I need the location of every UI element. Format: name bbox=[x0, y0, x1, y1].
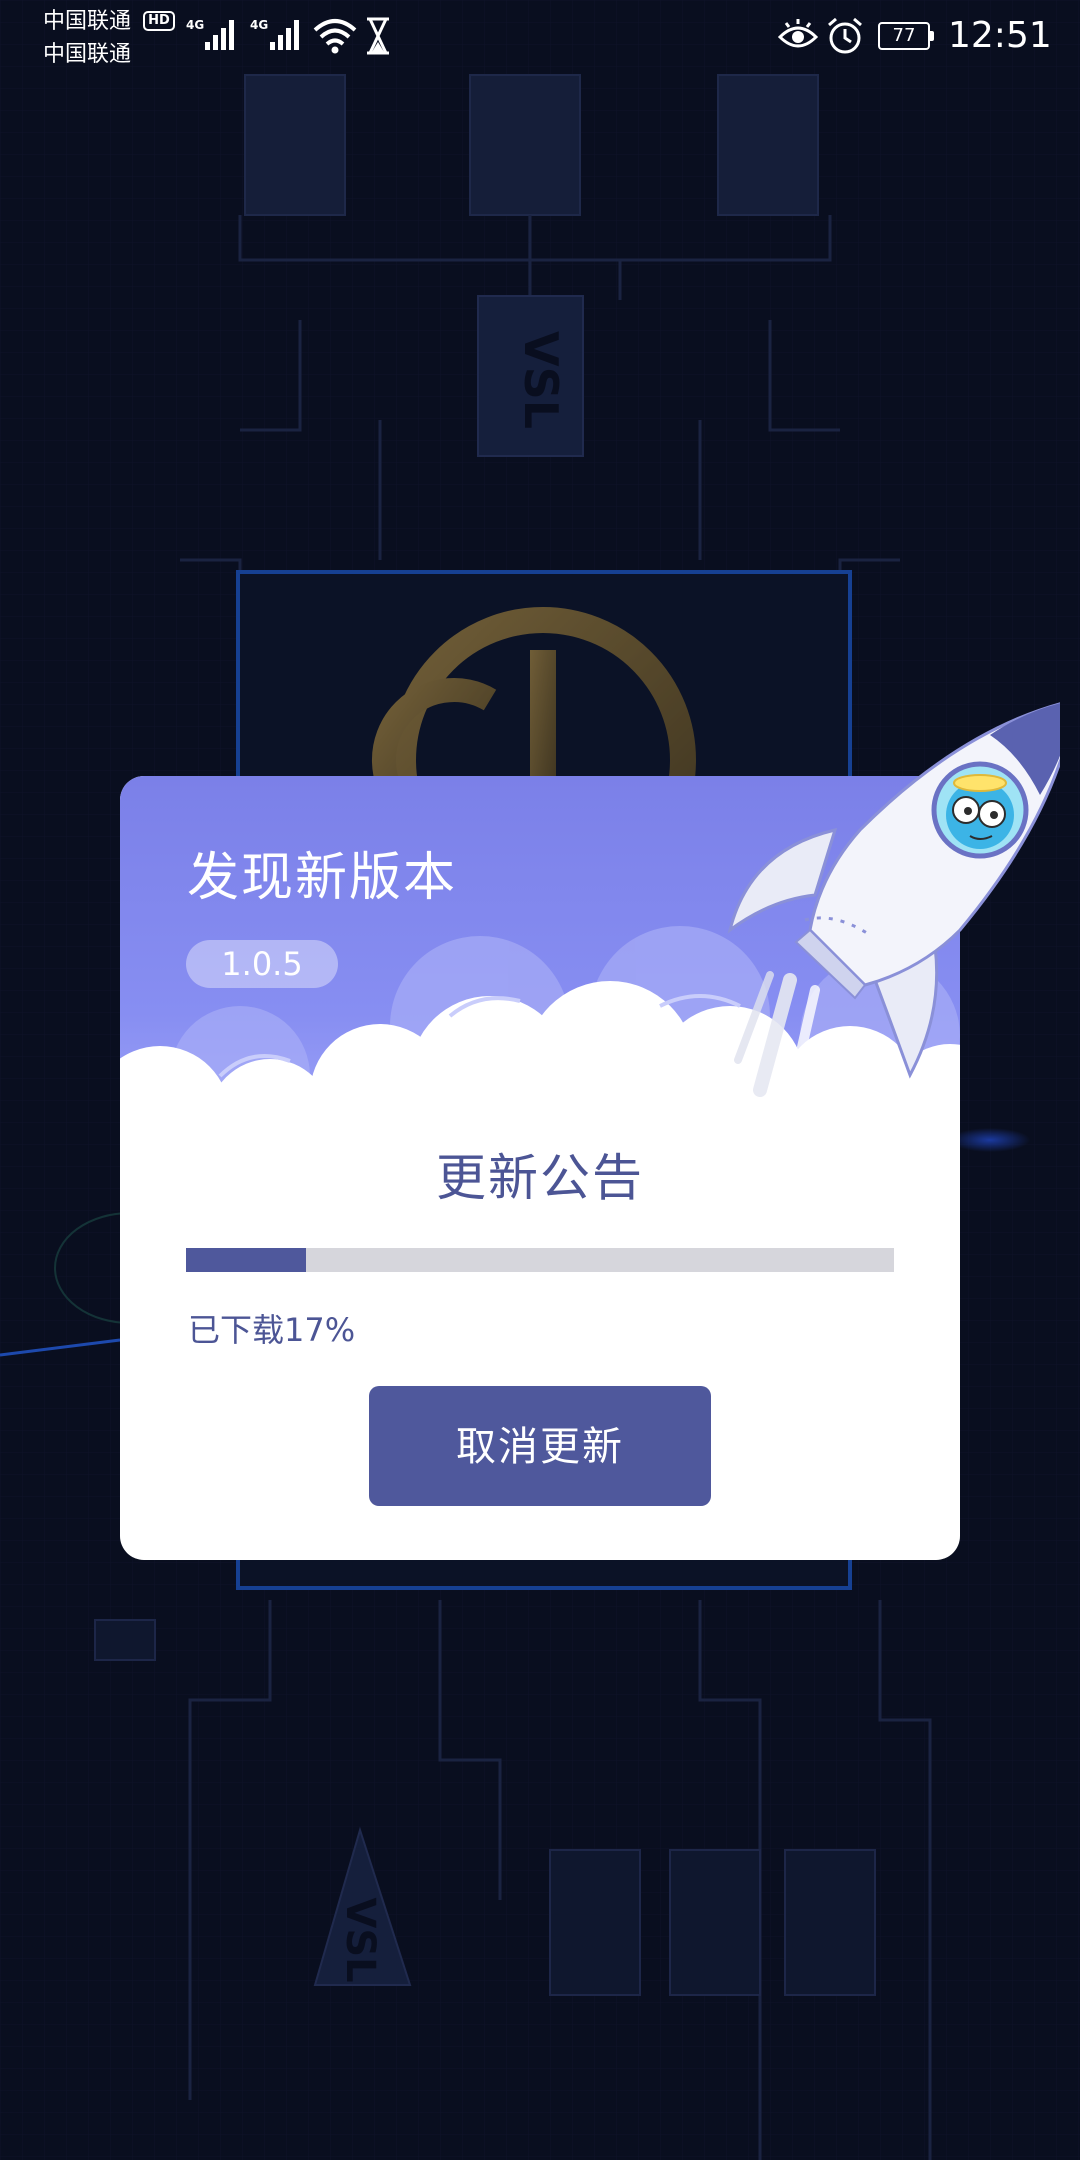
network-type-2: 4G bbox=[250, 18, 269, 32]
update-notice-title: 更新公告 bbox=[436, 1149, 644, 1207]
download-progress-fill bbox=[186, 1248, 307, 1272]
carrier-name-2: 中国联通 bbox=[43, 42, 132, 67]
update-dialog: 发现新版本 1.0.5 更新公告 已下载17% 取消更新 bbox=[120, 702, 1060, 1560]
dialog-title: 发现新版本 bbox=[187, 848, 458, 908]
eye-icon bbox=[778, 19, 818, 48]
hourglass-icon bbox=[367, 17, 389, 55]
download-progress-text: 已下载17% bbox=[188, 1311, 356, 1349]
status-bar: 中国联通 中国联通 HD 4G 4G 77 12:51 bbox=[0, 0, 1080, 75]
battery-icon: 77 bbox=[878, 22, 934, 50]
signal-icon bbox=[205, 20, 234, 50]
wifi-icon bbox=[313, 19, 357, 54]
status-clock: 12:51 bbox=[948, 15, 1052, 56]
cancel-update-button[interactable]: 取消更新 bbox=[369, 1386, 711, 1506]
signal-icon bbox=[270, 20, 299, 50]
download-progress-bar bbox=[186, 1248, 894, 1272]
carrier-name-1: 中国联通 bbox=[43, 9, 132, 34]
rocket-illustration bbox=[727, 702, 1060, 1105]
version-badge: 1.0.5 bbox=[186, 940, 338, 988]
hd-badge: HD bbox=[143, 11, 175, 31]
network-type-1: 4G bbox=[186, 18, 205, 32]
alarm-icon bbox=[828, 17, 862, 54]
